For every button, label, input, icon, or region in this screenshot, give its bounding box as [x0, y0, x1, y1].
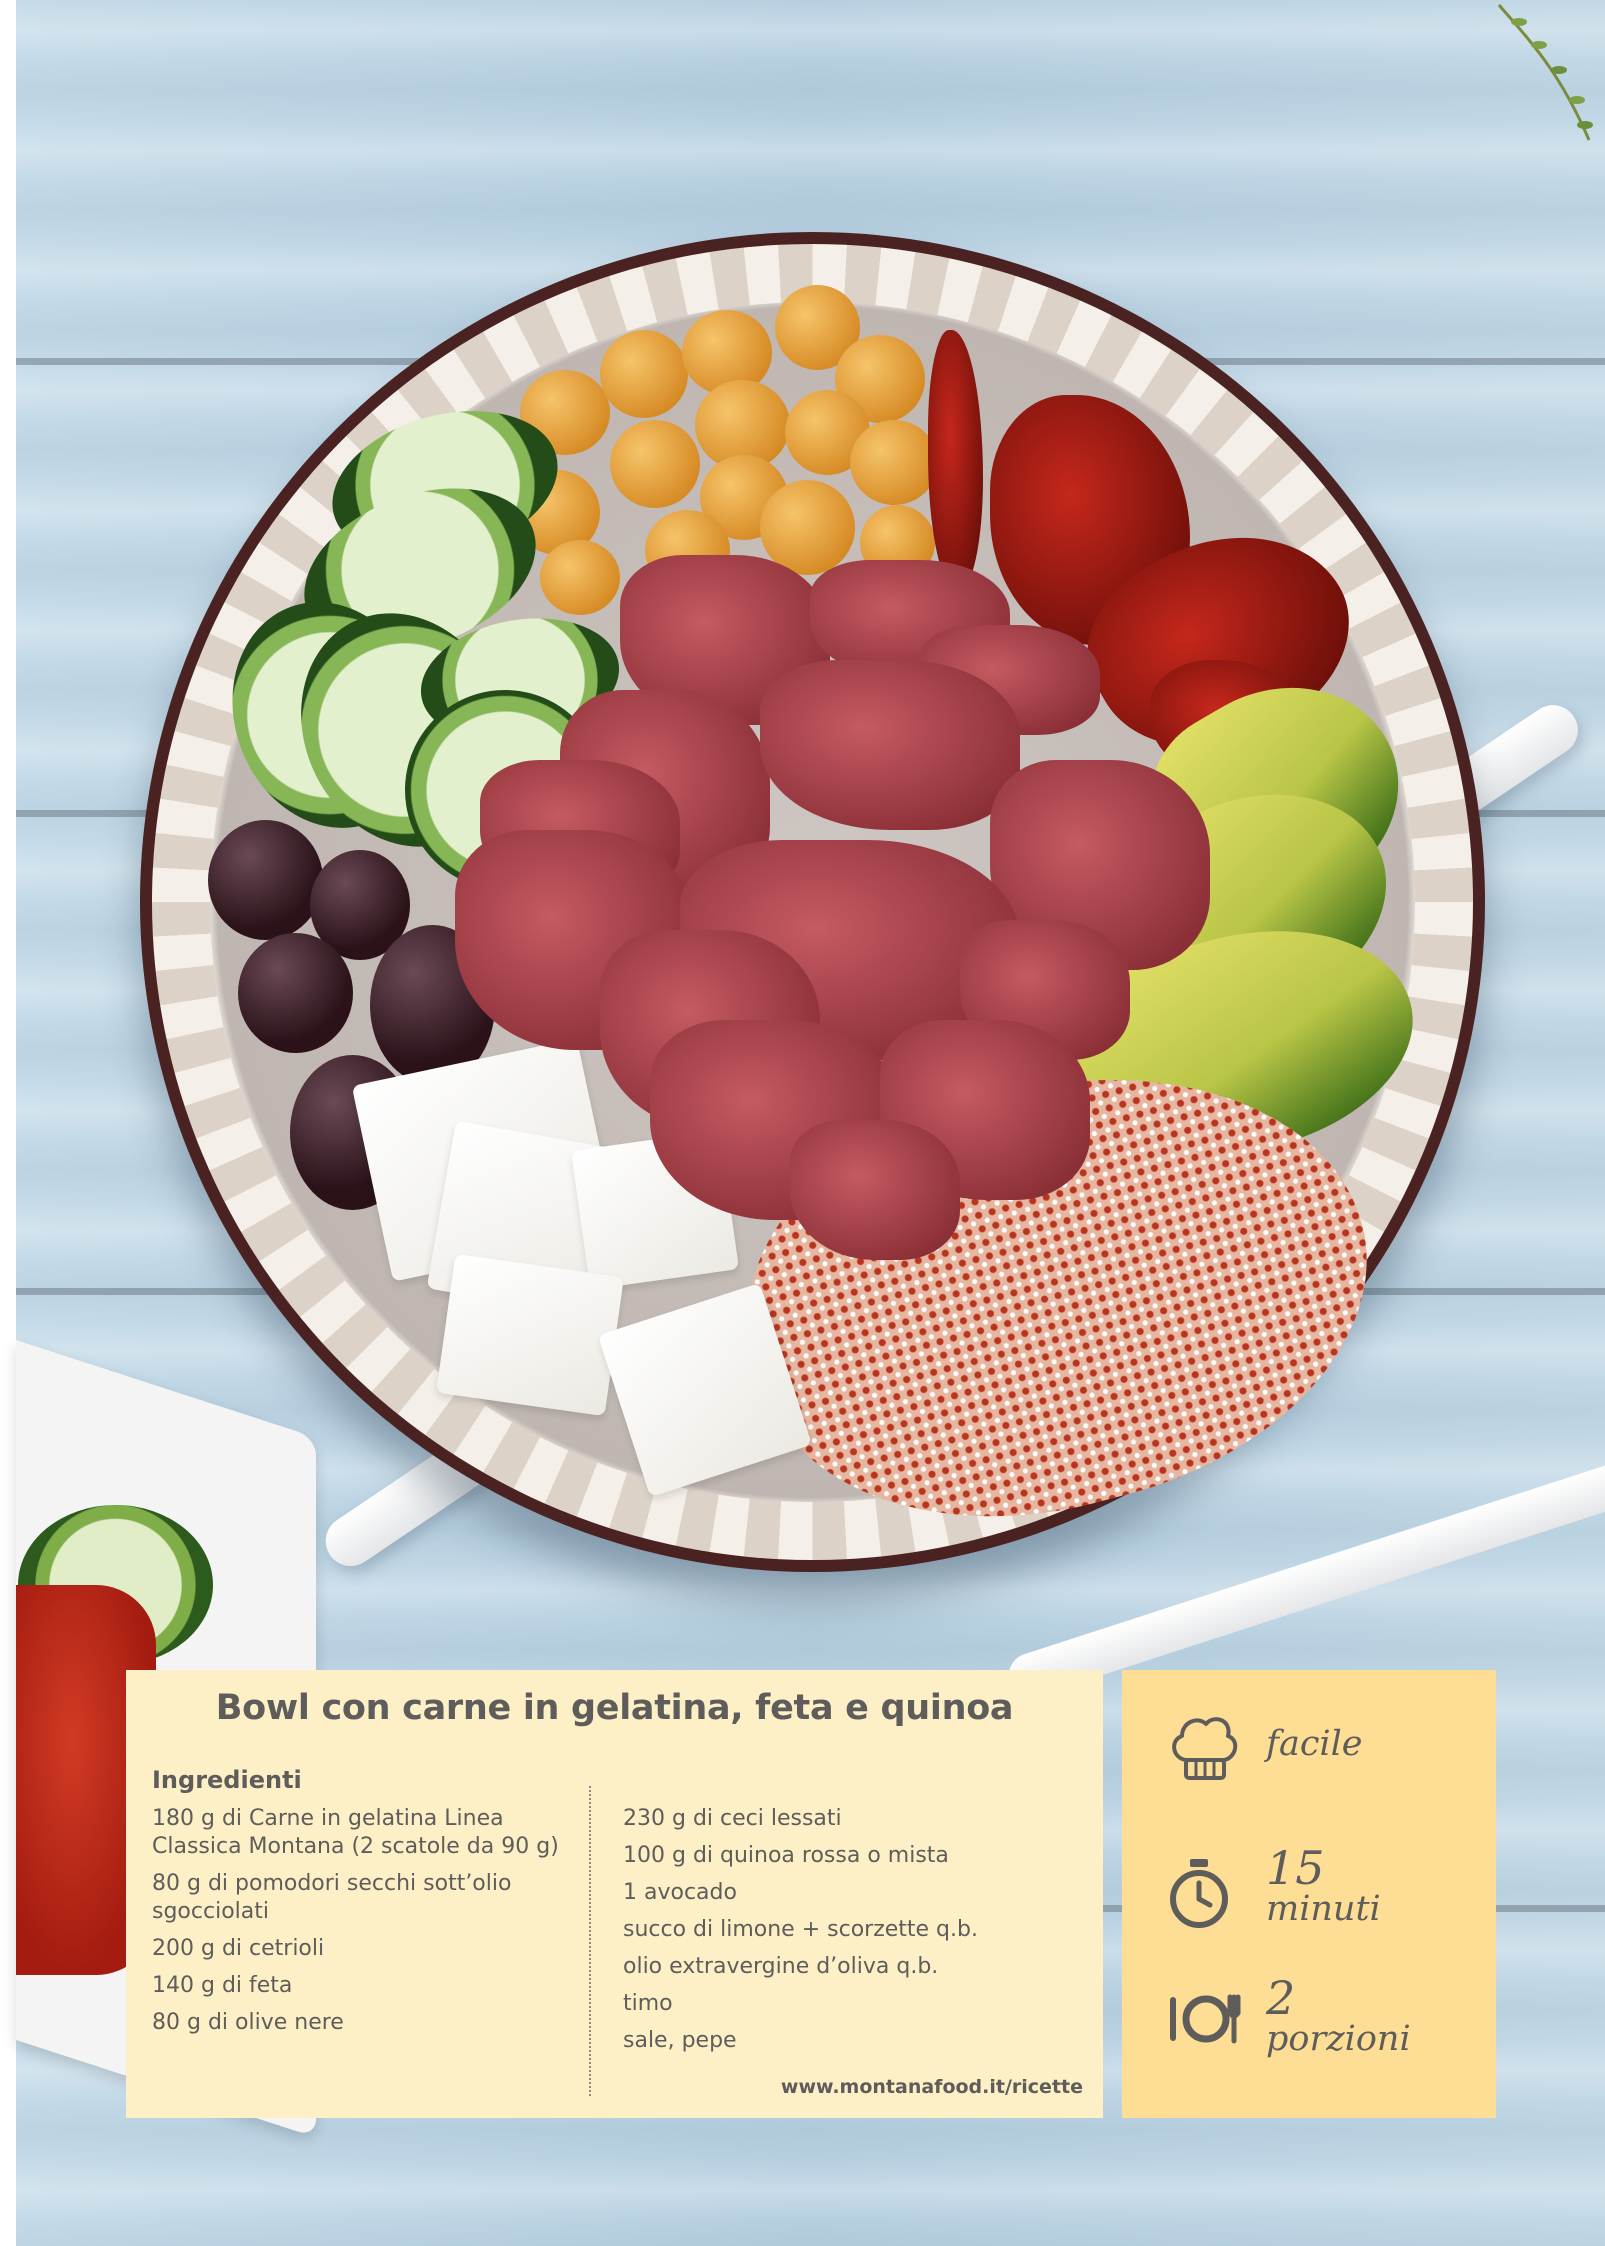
recipe-info-panel: facile 15 minuti 2 porzioni	[1122, 1670, 1496, 2118]
time-unit: minuti	[1266, 1889, 1381, 1929]
website-link[interactable]: www.montanafood.it/ricette	[781, 2076, 1083, 2098]
time-row: 15 minuti	[1122, 1845, 1496, 1965]
ingredient-item: sale, pepe	[623, 2028, 737, 2053]
recipe-card: Bowl con carne in gelatina, feta e quino…	[126, 1670, 1103, 2118]
ingredient-item: olio extravergine d’oliva q.b.	[623, 1954, 939, 1979]
ingredient-item: succo di limone + scorzette q.b.	[623, 1917, 978, 1942]
time-label: 15 minuti	[1266, 1845, 1381, 1927]
plate-cutlery-icon	[1170, 1994, 1241, 2044]
ingredient-item: 200 g di cetrioli	[152, 1936, 325, 1961]
servings-unit: porzioni	[1266, 2019, 1411, 2059]
difficulty-value: facile	[1266, 1724, 1363, 1764]
ingredient-item: 230 g di ceci lessati	[623, 1806, 842, 1831]
ingredient-item: 1 avocado	[623, 1880, 737, 1905]
ingredient-item: 140 g di feta	[152, 1973, 293, 1998]
recipe-title: Bowl con carne in gelatina, feta e quino…	[215, 1688, 1014, 1728]
ingredient-item: 80 g di olive nere	[152, 2010, 344, 2035]
ingredients-heading: Ingredienti	[152, 1766, 302, 1794]
time-value: 15	[1266, 1841, 1325, 1895]
servings-row: 2 porzioni	[1122, 1975, 1496, 2105]
stopwatch-icon	[1170, 1859, 1228, 1928]
servings-label: 2 porzioni	[1266, 1975, 1411, 2057]
servings-value: 2	[1266, 1971, 1296, 2025]
ingredient-item: timo	[623, 1991, 673, 2016]
ingredients-list-right: 230 g di ceci lessati 100 g di quinoa ro…	[623, 1805, 1083, 2064]
ingredient-item: 100 g di quinoa rossa o mista	[623, 1843, 949, 1868]
column-divider	[589, 1786, 591, 2096]
chef-hat-icon	[1172, 1717, 1238, 1780]
difficulty-row: facile	[1122, 1710, 1496, 1830]
thyme-sprig-decoration	[1497, 4, 1593, 141]
difficulty-label: facile	[1266, 1726, 1363, 1762]
ingredient-item: 80 g di pomodori secchi sott’olio sgocci…	[152, 1871, 512, 1924]
ingredient-item: 180 g di Carne in gelatina Linea Classic…	[152, 1806, 559, 1859]
ingredients-list-left: 180 g di Carne in gelatina Linea Classic…	[152, 1805, 582, 2046]
